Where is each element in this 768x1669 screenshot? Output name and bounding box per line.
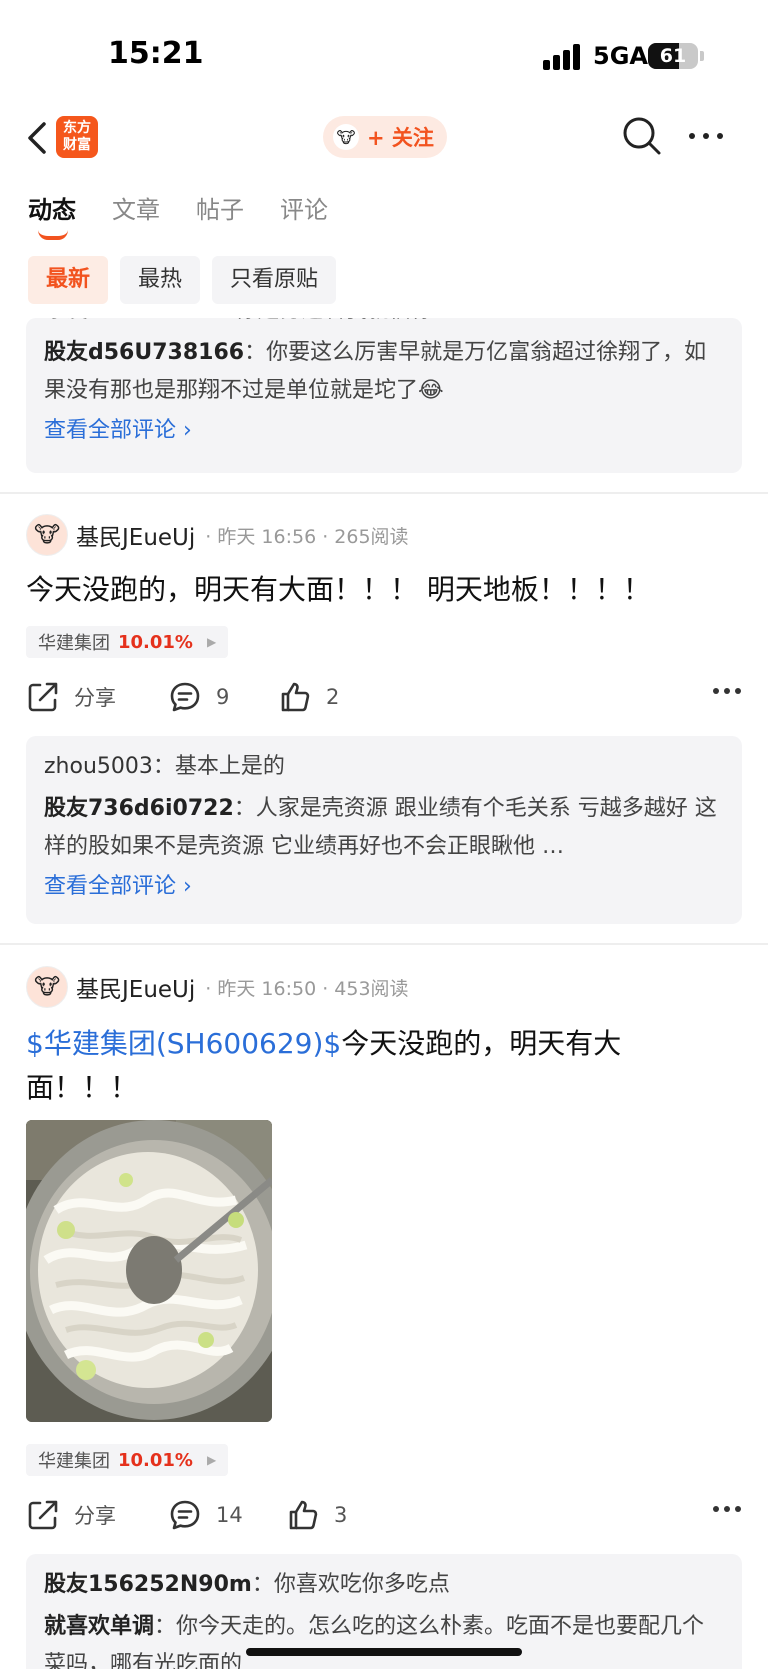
filter-hottest[interactable]: 最热 — [120, 256, 201, 304]
comment-author[interactable]: 股友156252N90m — [44, 1572, 252, 1597]
comment-text: 基本上是的 — [174, 754, 285, 779]
comment-count: 9 — [216, 685, 230, 709]
comment-preview[interactable]: 东友302：tell me 你是穷逼看我就信你 股友d56U738166：你要这… — [26, 318, 742, 473]
post-body[interactable]: $华建集团(SH600629)$今天没跑的，明天有大面！！！ — [26, 1022, 666, 1110]
partial-comment-text: 东友302：tell me 你是穷逼看我就信你 — [44, 318, 433, 330]
share-label: 分享 — [74, 686, 116, 710]
thumbs-up-icon — [281, 682, 310, 712]
comment-sep: ： — [244, 340, 267, 365]
post-image[interactable] — [26, 1120, 272, 1422]
battery-tip — [700, 51, 704, 61]
signal-icon — [543, 44, 583, 70]
stock-chip[interactable]: 华建集团 10.01% ▶ — [26, 626, 229, 658]
share-button[interactable]: 分享 — [26, 680, 116, 714]
comment-item: zhou5003：基本上是的 — [44, 748, 724, 786]
share-icon — [28, 1500, 58, 1530]
stock-name: 华建集团 — [38, 633, 110, 654]
battery-icon: 61 — [648, 43, 698, 69]
comment-item: 股友736d6i0722：人家是壳资源 跟业绩有个毛关系 亏越多越好 这样的股如… — [44, 790, 724, 866]
comment-item: 就喜欢单调：你今天走的。怎么吃的这么朴素。吃面不是也要配几个菜吗，哪有光吃面的 — [44, 1608, 724, 1669]
home-indicator[interactable] — [246, 1648, 522, 1656]
filter-latest[interactable]: 最新 — [28, 256, 109, 304]
comment-author[interactable]: 就喜欢单调 — [44, 1614, 154, 1639]
share-button[interactable]: 分享 — [26, 1498, 116, 1532]
tab-dynamics[interactable]: 动态 — [28, 190, 76, 240]
comment-count: 14 — [216, 1503, 243, 1527]
play-icon: ▶ — [206, 1453, 217, 1467]
comment-sep: ： — [152, 754, 175, 779]
comment-item: 股友156252N90m：你喜欢吃你多吃点 — [44, 1566, 724, 1604]
more-icon[interactable] — [688, 126, 724, 146]
share-icon — [28, 682, 58, 712]
comment-author[interactable]: 股友736d6i0722 — [44, 796, 234, 821]
tab-comments[interactable]: 评论 — [280, 190, 328, 225]
comment-author[interactable]: zhou5003 — [44, 754, 153, 779]
thumbs-up-icon — [289, 1500, 318, 1530]
post-actions: 分享 14 3 — [26, 1498, 742, 1538]
post-header: 🐮 基民JEueUj · 昨天 16:56 · 265阅读 — [26, 514, 409, 556]
noodle-bowl-image — [26, 1120, 272, 1422]
stock-change: 10.01% — [118, 631, 193, 653]
stock-tag-link[interactable]: $华建集团(SH600629)$ — [26, 1027, 341, 1060]
post-meta: · 昨天 16:50 · 453阅读 — [205, 977, 409, 1000]
battery-level: 61 — [659, 45, 687, 67]
follow-label: + 关注 — [367, 126, 434, 150]
comment-button[interactable]: 14 — [168, 1498, 243, 1532]
stock-chip[interactable]: 华建集团 10.01% ▶ — [26, 1444, 229, 1476]
back-arrow-icon[interactable] — [22, 118, 52, 158]
post-author[interactable]: 基民JEueUj — [76, 518, 195, 552]
status-time: 15:21 — [108, 36, 204, 71]
post-author[interactable]: 基民JEueUj — [76, 970, 195, 1004]
comment-sep: ： — [154, 1614, 177, 1639]
divider — [0, 943, 768, 945]
like-button[interactable]: 2 — [278, 680, 339, 714]
tab-bar: 动态 文章 帖子 评论 — [28, 190, 364, 240]
more-icon[interactable] — [712, 1504, 742, 1514]
filter-original-only[interactable]: 只看原贴 — [212, 256, 337, 304]
post-header: 🐮 基民JEueUj · 昨天 16:50 · 453阅读 — [26, 966, 409, 1008]
view-all-comments-link[interactable]: 查看全部评论 › — [44, 870, 724, 904]
partial-comment-line: 东友302：tell me 你是穷逼看我就信你 — [44, 318, 724, 332]
comment-icon — [170, 1500, 200, 1530]
comment-sep: ： — [233, 796, 256, 821]
avatar[interactable]: 🐮 — [26, 966, 68, 1008]
comment-preview[interactable]: zhou5003：基本上是的 股友736d6i0722：人家是壳资源 跟业绩有个… — [26, 736, 742, 924]
filter-bar: 最新 最热 只看原贴 — [28, 256, 348, 304]
follow-button[interactable]: 🐮 + 关注 — [323, 116, 447, 158]
like-button[interactable]: 3 — [286, 1498, 347, 1532]
brand-line2: 财富 — [63, 137, 91, 153]
network-label: 5GA — [593, 42, 648, 70]
post-body[interactable]: 今天没跑的，明天有大面！！！ 明天地板！！！！ — [26, 568, 746, 612]
view-all-comments-link[interactable]: 查看全部评论 › — [44, 414, 724, 448]
comment-author[interactable]: 股友d56U738166 — [44, 340, 244, 365]
like-count: 3 — [334, 1503, 348, 1527]
comment-text: 你喜欢吃你多吃点 — [273, 1572, 450, 1597]
brand-line1: 东方 — [63, 120, 91, 136]
brand-logo[interactable]: 东方 财富 — [56, 116, 98, 158]
comment-icon — [170, 682, 200, 712]
user-avatar-icon: 🐮 — [333, 124, 359, 150]
more-icon[interactable] — [712, 686, 742, 696]
tab-articles[interactable]: 文章 — [112, 190, 160, 225]
search-icon[interactable] — [622, 116, 662, 156]
like-count: 2 — [326, 685, 340, 709]
stock-change: 10.01% — [118, 1449, 193, 1471]
status-bar: 15:21 5GA 61 — [0, 0, 768, 110]
comment-item: 股友d56U738166：你要这么厉害早就是万亿富翁超过徐翔了，如果没有那也是那… — [44, 334, 724, 410]
divider — [0, 492, 768, 494]
avatar[interactable]: 🐮 — [26, 514, 68, 556]
stock-name: 华建集团 — [38, 1451, 110, 1472]
share-label: 分享 — [74, 1504, 116, 1528]
comment-sep: ： — [251, 1572, 274, 1597]
post-actions: 分享 9 2 — [26, 680, 742, 720]
tab-posts[interactable]: 帖子 — [196, 190, 244, 225]
post-meta: · 昨天 16:56 · 265阅读 — [205, 525, 409, 548]
comment-button[interactable]: 9 — [168, 680, 229, 714]
play-icon: ▶ — [206, 635, 217, 649]
